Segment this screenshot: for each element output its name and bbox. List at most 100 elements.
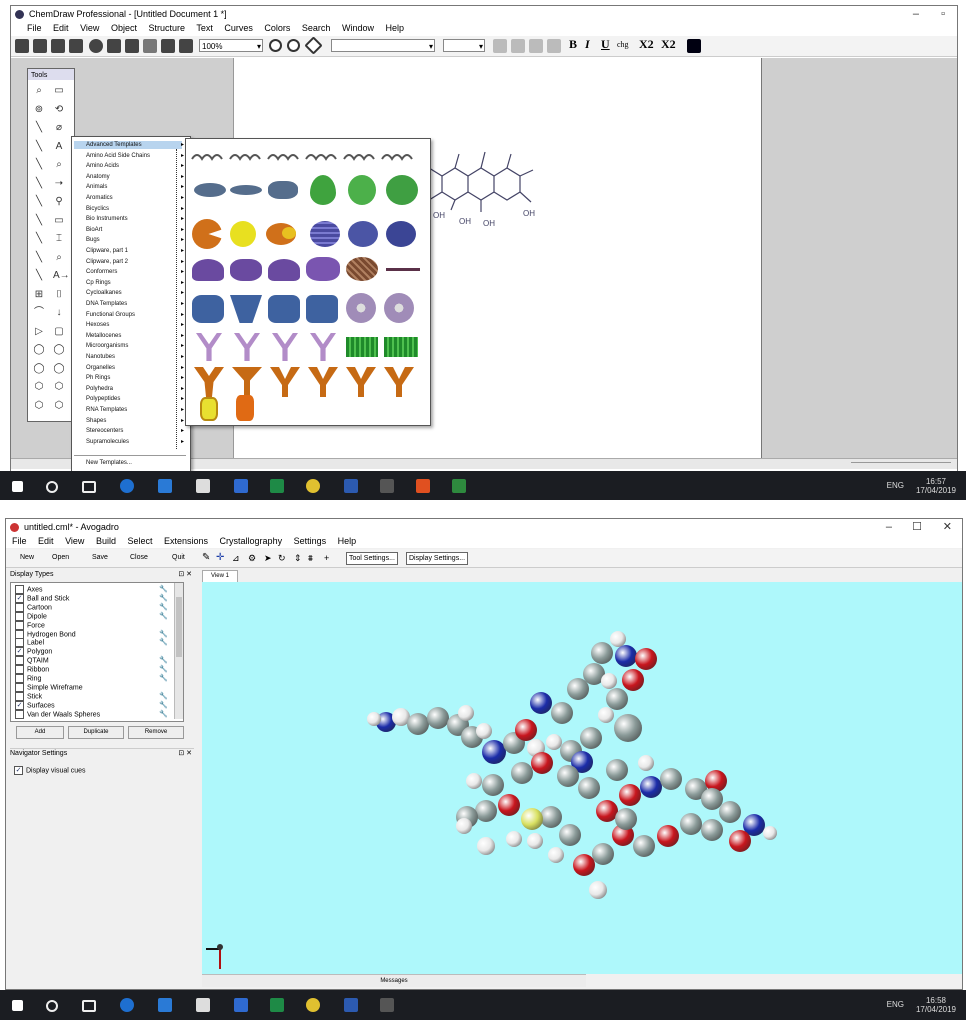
palette-tool-icon[interactable]: ⌷ [53, 289, 65, 300]
new-templates-item[interactable]: New Templates... [86, 459, 132, 467]
atom-oxygen[interactable] [498, 794, 520, 816]
palette-tool-icon[interactable]: ⬡ [33, 381, 45, 392]
atom-hydrogen[interactable] [546, 734, 562, 750]
panel-close-icon[interactable]: ⊡ ✕ [178, 570, 192, 580]
atom-carbon[interactable] [580, 727, 602, 749]
messages-bar[interactable]: Messages [202, 974, 586, 987]
template-menu-item[interactable]: DNA Templates [86, 300, 127, 308]
atom-hydrogen[interactable] [466, 773, 482, 789]
wrench-icon[interactable]: 🔧 [159, 710, 168, 719]
template-menu-item[interactable]: Cycloalkanes [86, 289, 122, 297]
menu-build[interactable]: Build [96, 536, 116, 546]
template-channel-4[interactable] [306, 295, 338, 323]
template-antibody-1[interactable] [196, 333, 222, 361]
template-menu-item[interactable]: Ph Rings [86, 374, 110, 382]
template-menu-item[interactable]: Amino Acids [86, 162, 119, 170]
new-button[interactable]: New [20, 549, 34, 567]
template-menu-item[interactable]: Clipware, part 2 [86, 258, 128, 266]
display-type-checkbox[interactable] [15, 585, 24, 594]
superscript-button[interactable]: X2 [661, 37, 676, 52]
palette-tool-icon[interactable]: ⟲ [53, 104, 65, 115]
template-receptor-2[interactable] [232, 367, 262, 397]
minimize-icon[interactable]: – [913, 6, 919, 22]
mail-icon[interactable] [158, 479, 172, 493]
menu-window[interactable]: Window [342, 23, 374, 33]
template-menu-item[interactable]: Shapes [86, 417, 106, 425]
atom-carbon[interactable] [557, 765, 579, 787]
template-row-helices[interactable] [190, 147, 426, 165]
template-arch-3[interactable] [268, 259, 300, 281]
manipulate-tool-icon[interactable]: ⚙ [248, 549, 256, 567]
atom-carbon[interactable] [615, 808, 637, 830]
atom-carbon[interactable] [592, 843, 614, 865]
template-menu-item[interactable]: Stereocenters [86, 427, 123, 435]
palette-tool-icon[interactable]: ◯ [53, 363, 65, 374]
avogadro-task-icon[interactable] [380, 998, 394, 1012]
zoom-out-icon[interactable] [287, 39, 300, 52]
wrench-icon[interactable]: 🔧 [159, 603, 168, 612]
menu-search[interactable]: Search [302, 23, 331, 33]
template-purple-disc[interactable] [348, 221, 378, 247]
charge-button[interactable]: chg [617, 40, 629, 49]
display-types-list[interactable]: Axes 🔧 ✓ Ball and Stick 🔧 Cartoon 🔧 Dipole 🔧 Forc… [10, 582, 184, 722]
search-icon[interactable] [46, 1000, 58, 1012]
save-icon[interactable] [51, 39, 65, 53]
atom-nitrogen[interactable] [530, 692, 552, 714]
atom-oxygen[interactable] [515, 719, 537, 741]
display-type-row[interactable]: QTAIM 🔧 [15, 656, 168, 666]
display-type-checkbox[interactable] [15, 674, 24, 683]
template-yellow-cell[interactable] [200, 397, 218, 421]
wrench-icon[interactable]: 🔧 [159, 594, 168, 603]
template-antibody-3[interactable] [272, 333, 298, 361]
template-channel-1[interactable] [192, 295, 224, 323]
excel-icon[interactable] [270, 479, 284, 493]
underline-button[interactable]: U [601, 37, 610, 52]
quit-button[interactable]: Quit [172, 549, 185, 567]
template-menu-item[interactable]: Aromatics [86, 194, 113, 202]
display-type-row[interactable]: ✓ Surfaces 🔧 [15, 700, 168, 710]
atom-hydrogen[interactable] [456, 818, 472, 834]
template-menu-item[interactable]: Animals [86, 183, 107, 191]
wrench-icon[interactable]: 🔧 [159, 630, 168, 639]
open-button[interactable]: Open [52, 549, 69, 567]
align-left-icon[interactable] [493, 39, 507, 53]
palette-tool-icon[interactable]: ╲ [33, 233, 45, 244]
template-blob-1[interactable] [194, 183, 226, 197]
atom-oxygen[interactable] [657, 825, 679, 847]
atom-carbon[interactable] [578, 777, 600, 799]
template-menu-item[interactable]: RNA Templates [86, 406, 127, 414]
template-antibody-2[interactable] [234, 333, 260, 361]
select-tool-icon[interactable]: ➤ [264, 549, 272, 567]
atom-carbon[interactable] [606, 688, 628, 710]
display-type-row[interactable]: Label 🔧 [15, 638, 168, 648]
palette-tool-icon[interactable]: ⬡ [53, 400, 65, 411]
color-icon[interactable] [687, 39, 701, 53]
maximize-icon[interactable]: ▫ [941, 6, 945, 22]
template-arch-1[interactable] [192, 259, 224, 281]
palette-tool-icon[interactable]: ▢ [53, 326, 65, 337]
atom-hydrogen[interactable] [527, 833, 543, 849]
palette-tool-icon[interactable]: ⌶ [53, 233, 65, 244]
display-type-checkbox[interactable]: ✓ [15, 593, 24, 603]
display-type-row[interactable]: Van der Waals Spheres 🔧 [15, 709, 168, 719]
print-icon[interactable] [69, 39, 83, 53]
display-type-checkbox[interactable] [15, 611, 24, 621]
display-type-checkbox[interactable] [15, 656, 24, 666]
template-blob-3[interactable] [268, 181, 298, 199]
menu-settings[interactable]: Settings [294, 536, 327, 546]
template-orange-cell[interactable] [236, 395, 254, 421]
display-type-checkbox[interactable] [15, 691, 24, 701]
palette-tool-icon[interactable]: ⬡ [53, 381, 65, 392]
display-type-checkbox[interactable]: ✓ [15, 700, 24, 710]
task-view-icon[interactable] [82, 481, 96, 493]
menu-select[interactable]: Select [127, 536, 152, 546]
menu-structure[interactable]: Structure [148, 23, 185, 33]
atom-hydrogen[interactable] [763, 826, 777, 840]
template-menu-item[interactable]: Polypeptides [86, 395, 120, 403]
display-type-checkbox[interactable] [15, 638, 24, 648]
duplicate-button[interactable]: Duplicate [68, 726, 124, 739]
template-channel-3[interactable] [268, 295, 300, 323]
template-membrane-2[interactable] [384, 337, 418, 357]
copy-icon[interactable] [161, 39, 175, 53]
template-arch-4[interactable] [306, 257, 340, 281]
